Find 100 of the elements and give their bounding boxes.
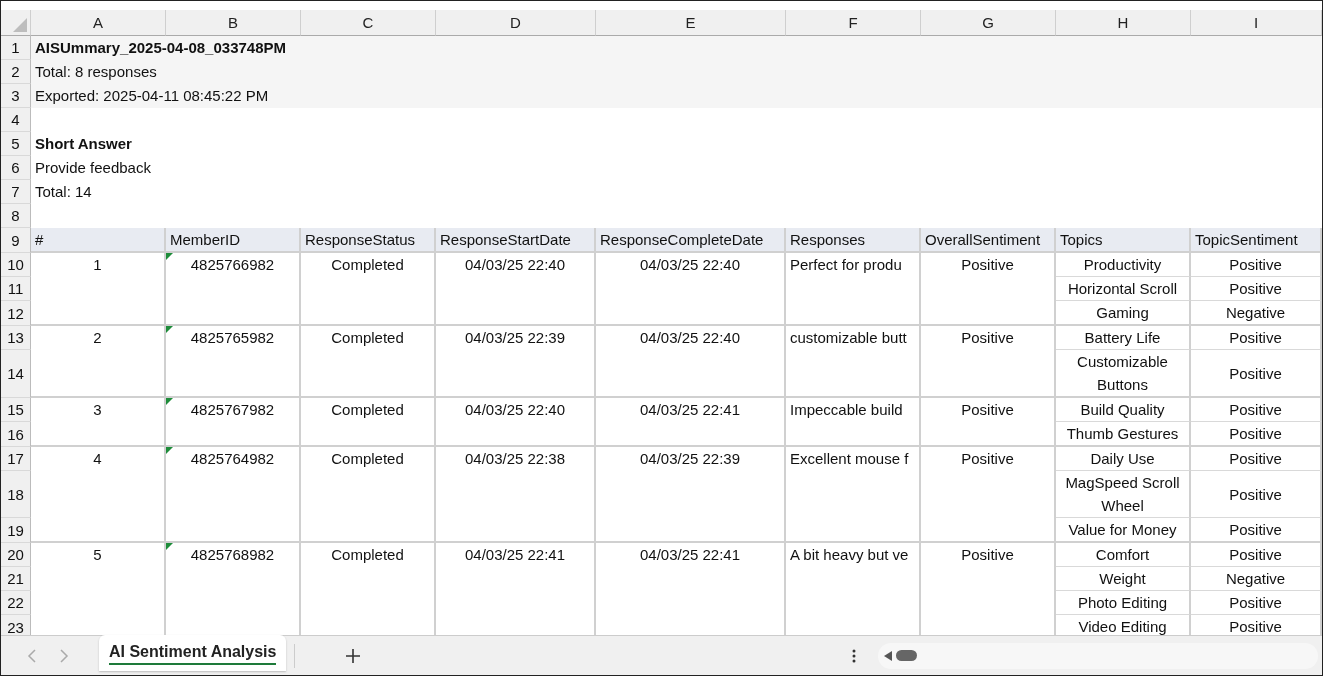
column-header[interactable]: A: [31, 10, 166, 36]
table-header: #: [31, 228, 166, 253]
section-title: Short Answer: [34, 134, 133, 154]
row-number[interactable]: 1: [1, 36, 31, 60]
sheet-tab[interactable]: AI Sentiment Analysis: [99, 634, 287, 671]
row-number[interactable]: 12: [1, 301, 31, 326]
row-number[interactable]: 7: [1, 180, 31, 204]
row-number[interactable]: 16: [1, 422, 31, 447]
scroll-left-icon[interactable]: [884, 650, 892, 661]
table-cell: Positive: [921, 253, 1056, 326]
column-header[interactable]: H: [1056, 10, 1191, 36]
table-cell: Thumb Gestures: [1056, 422, 1191, 447]
table-cell: Daily Use: [1056, 447, 1191, 471]
column-header[interactable]: E: [596, 10, 786, 36]
row-number[interactable]: 17: [1, 447, 31, 471]
info-text: Exported: 2025-04-11 08:45:22 PM: [31, 84, 1322, 108]
table-header: ResponseCompleteDate: [596, 228, 786, 253]
table-cell: Build Quality: [1056, 398, 1191, 422]
row-number[interactable]: 6: [1, 156, 31, 180]
table-cell: Positive: [1191, 518, 1322, 543]
table-cell: Positive: [1191, 471, 1322, 518]
row-number[interactable]: 10: [1, 253, 31, 277]
column-header[interactable]: I: [1191, 10, 1322, 36]
table-cell: 04/03/25 22:41: [596, 398, 786, 447]
table-cell: Weight: [1056, 567, 1191, 591]
table-cell: Completed: [301, 447, 436, 543]
table-cell: Negative: [1191, 301, 1322, 326]
table-cell: Positive: [921, 398, 1056, 447]
table-cell: Positive: [1191, 591, 1322, 615]
table-cell: Productivity: [1056, 253, 1191, 277]
table-header: MemberID: [166, 228, 301, 253]
table-header: Responses: [786, 228, 921, 253]
more-options-icon[interactable]: [852, 648, 856, 663]
table-cell: Positive: [1191, 447, 1322, 471]
table-cell: 04/03/25 22:40: [436, 253, 596, 326]
report-title: AISUmmary_2025-04-08_033748PM: [31, 36, 1322, 60]
table-cell: Positive: [1191, 277, 1322, 301]
table-cell: Customizable Buttons: [1056, 350, 1191, 398]
table-cell: 4825764982: [166, 447, 301, 543]
table-cell: Impeccable build: [786, 398, 921, 447]
table-cell: 4825767982: [166, 398, 301, 447]
table-cell: Completed: [301, 253, 436, 326]
table-cell: Excellent mouse f: [786, 447, 921, 543]
table-cell: Gaming: [1056, 301, 1191, 326]
row-number[interactable]: 3: [1, 84, 31, 108]
table-cell: Positive: [1191, 422, 1322, 447]
column-header[interactable]: D: [436, 10, 596, 36]
table-cell: Completed: [301, 398, 436, 447]
table-header: TopicSentiment: [1191, 228, 1322, 253]
table-cell: Battery Life: [1056, 326, 1191, 350]
table-cell: MagSpeed Scroll Wheel: [1056, 471, 1191, 518]
row-number[interactable]: 20: [1, 543, 31, 567]
info-text: Total: 8 responses: [31, 60, 1322, 84]
table-cell: customizable butt: [786, 326, 921, 398]
info-text: Provide feedback: [34, 158, 152, 178]
table-cell: Photo Editing: [1056, 591, 1191, 615]
row-number[interactable]: 21: [1, 567, 31, 591]
table-header: Topics: [1056, 228, 1191, 253]
column-header[interactable]: G: [921, 10, 1056, 36]
table-cell: 04/03/25 22:40: [596, 253, 786, 326]
table-cell: Positive: [1191, 543, 1322, 567]
table-cell: Horizontal Scroll: [1056, 277, 1191, 301]
row-number[interactable]: 11: [1, 277, 31, 301]
row-number[interactable]: 4: [1, 108, 31, 132]
row-number[interactable]: 19: [1, 518, 31, 543]
column-header[interactable]: F: [786, 10, 921, 36]
table-cell: Comfort: [1056, 543, 1191, 567]
scrollbar-thumb-icon[interactable]: [896, 650, 917, 661]
row-number[interactable]: 14: [1, 350, 31, 398]
table-cell: 4825765982: [166, 326, 301, 398]
table-cell: Positive: [1191, 398, 1322, 422]
row-number[interactable]: 9: [1, 228, 31, 253]
info-text: Total: 14: [34, 182, 93, 202]
table-header: ResponseStatus: [301, 228, 436, 253]
row-number[interactable]: 22: [1, 591, 31, 615]
column-header[interactable]: B: [166, 10, 301, 36]
table-cell: 04/03/25 22:40: [436, 398, 596, 447]
table-cell: 04/03/25 22:38: [436, 447, 596, 543]
table-cell: 04/03/25 22:40: [596, 326, 786, 398]
row-number[interactable]: 2: [1, 60, 31, 84]
horizontal-scrollbar[interactable]: [878, 642, 1318, 669]
table-cell: Value for Money: [1056, 518, 1191, 543]
row-number[interactable]: 23: [1, 615, 31, 635]
row-number[interactable]: 13: [1, 326, 31, 350]
row-number[interactable]: 8: [1, 204, 31, 228]
row-number[interactable]: 18: [1, 471, 31, 518]
column-header[interactable]: C: [301, 10, 436, 36]
table-cell: 4825766982: [166, 253, 301, 326]
table-cell: Positive: [1191, 326, 1322, 350]
table-header: OverallSentiment: [921, 228, 1056, 253]
table-cell: Positive: [1191, 253, 1322, 277]
add-sheet-icon[interactable]: [345, 647, 362, 664]
row-number[interactable]: 5: [1, 132, 31, 156]
row-number[interactable]: 15: [1, 398, 31, 422]
table-cell: Positive: [921, 447, 1056, 543]
table-cell: 04/03/25 22:39: [596, 447, 786, 543]
table-cell: 04/03/25 22:39: [436, 326, 596, 398]
table-header: ResponseStartDate: [436, 228, 596, 253]
table-cell: Perfect for produ: [786, 253, 921, 326]
table-cell: Positive: [1191, 350, 1322, 398]
